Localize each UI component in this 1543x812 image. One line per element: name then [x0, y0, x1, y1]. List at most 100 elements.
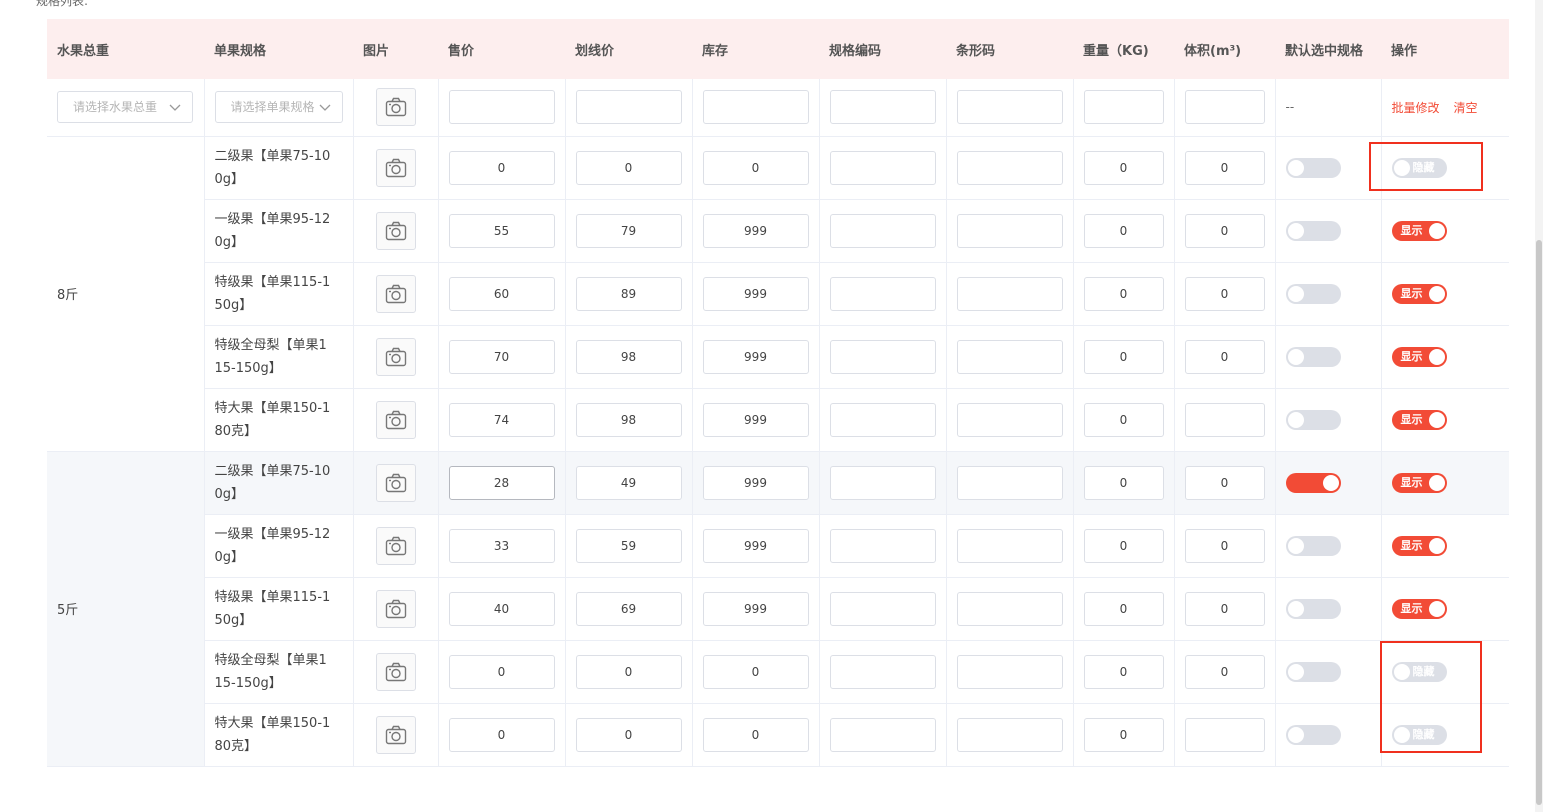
stock-input[interactable]: 999 — [702, 276, 809, 311]
visibility-toggle[interactable]: 显示 — [1391, 409, 1447, 430]
default-spec-switch[interactable] — [1285, 472, 1341, 493]
spec-code-input[interactable] — [829, 276, 936, 311]
image-upload[interactable] — [375, 589, 416, 628]
visibility-toggle[interactable]: 隐藏 — [1391, 661, 1447, 682]
batch-weight-input[interactable] — [1083, 90, 1164, 125]
price-input[interactable]: 55 — [448, 213, 555, 248]
stock-input[interactable]: 0 — [702, 717, 809, 752]
visibility-toggle[interactable]: 显示 — [1391, 346, 1447, 367]
image-upload[interactable] — [375, 652, 416, 691]
stock-input[interactable]: 0 — [702, 150, 809, 185]
strike-price-input[interactable]: 59 — [575, 528, 682, 563]
visibility-toggle[interactable]: 隐藏 — [1391, 157, 1447, 178]
default-spec-switch[interactable] — [1285, 283, 1341, 304]
visibility-toggle[interactable]: 隐藏 — [1391, 724, 1447, 745]
barcode-input[interactable] — [956, 150, 1063, 185]
barcode-input[interactable] — [956, 654, 1063, 689]
image-upload[interactable] — [375, 274, 416, 313]
spec-code-input[interactable] — [829, 654, 936, 689]
weight-select[interactable]: 请选择水果总重 — [57, 91, 193, 124]
scrollbar-thumb[interactable] — [1536, 240, 1542, 805]
visibility-toggle[interactable]: 显示 — [1391, 472, 1447, 493]
weight-input[interactable]: 0 — [1083, 276, 1164, 311]
weight-input[interactable]: 0 — [1083, 339, 1164, 374]
weight-input[interactable]: 0 — [1083, 402, 1164, 437]
default-spec-switch[interactable] — [1285, 661, 1341, 682]
price-input[interactable]: 60 — [448, 276, 555, 311]
weight-input[interactable]: 0 — [1083, 465, 1164, 500]
barcode-input[interactable] — [956, 717, 1063, 752]
image-upload[interactable] — [375, 337, 416, 376]
volume-input[interactable] — [1184, 717, 1265, 752]
weight-input[interactable]: 0 — [1083, 717, 1164, 752]
spec-code-input[interactable] — [829, 213, 936, 248]
image-upload[interactable] — [375, 526, 416, 565]
barcode-input[interactable] — [956, 465, 1063, 500]
visibility-toggle[interactable]: 显示 — [1391, 535, 1447, 556]
spec-select[interactable]: 请选择单果规格 — [214, 91, 343, 124]
spec-code-input[interactable] — [829, 591, 936, 626]
visibility-toggle[interactable]: 显示 — [1391, 283, 1447, 304]
batch-spec-code-input[interactable] — [829, 90, 936, 125]
volume-input[interactable]: 0 — [1184, 150, 1265, 185]
default-spec-switch[interactable] — [1285, 346, 1341, 367]
spec-code-input[interactable] — [829, 402, 936, 437]
default-spec-switch[interactable] — [1285, 220, 1341, 241]
image-upload[interactable] — [375, 211, 416, 250]
spec-code-input[interactable] — [829, 150, 936, 185]
weight-input[interactable]: 0 — [1083, 150, 1164, 185]
batch-barcode-input[interactable] — [956, 90, 1063, 125]
volume-input[interactable]: 0 — [1184, 654, 1265, 689]
volume-input[interactable] — [1184, 402, 1265, 437]
strike-price-input[interactable]: 0 — [575, 717, 682, 752]
price-input[interactable]: 0 — [448, 654, 555, 689]
strike-price-input[interactable]: 98 — [575, 402, 682, 437]
volume-input[interactable]: 0 — [1184, 276, 1265, 311]
stock-input[interactable]: 0 — [702, 654, 809, 689]
strike-price-input[interactable]: 79 — [575, 213, 682, 248]
strike-price-input[interactable]: 49 — [575, 465, 682, 500]
barcode-input[interactable] — [956, 213, 1063, 248]
batch-edit-link[interactable]: 批量修改 — [1392, 101, 1440, 115]
price-input[interactable]: 33 — [448, 528, 555, 563]
stock-input[interactable]: 999 — [702, 213, 809, 248]
price-input[interactable]: 0 — [448, 717, 555, 752]
spec-code-input[interactable] — [829, 465, 936, 500]
price-input[interactable]: 40 — [448, 591, 555, 626]
strike-price-input[interactable]: 0 — [575, 150, 682, 185]
stock-input[interactable]: 999 — [702, 465, 809, 500]
weight-input[interactable]: 0 — [1083, 591, 1164, 626]
price-input[interactable]: 28 — [448, 465, 555, 500]
batch-image-upload[interactable] — [375, 88, 416, 127]
strike-price-input[interactable]: 69 — [575, 591, 682, 626]
volume-input[interactable]: 0 — [1184, 465, 1265, 500]
weight-input[interactable]: 0 — [1083, 213, 1164, 248]
volume-input[interactable]: 0 — [1184, 528, 1265, 563]
image-upload[interactable] — [375, 148, 416, 187]
spec-code-input[interactable] — [829, 717, 936, 752]
batch-stock-input[interactable] — [702, 90, 809, 125]
image-upload[interactable] — [375, 715, 416, 754]
volume-input[interactable]: 0 — [1184, 213, 1265, 248]
default-spec-switch[interactable] — [1285, 409, 1341, 430]
weight-input[interactable]: 0 — [1083, 528, 1164, 563]
barcode-input[interactable] — [956, 276, 1063, 311]
price-input[interactable]: 74 — [448, 402, 555, 437]
strike-price-input[interactable]: 98 — [575, 339, 682, 374]
batch-price-input[interactable] — [448, 90, 555, 125]
batch-volume-input[interactable] — [1184, 90, 1265, 125]
volume-input[interactable]: 0 — [1184, 591, 1265, 626]
weight-input[interactable]: 0 — [1083, 654, 1164, 689]
barcode-input[interactable] — [956, 528, 1063, 563]
clear-link[interactable]: 清空 — [1454, 101, 1478, 115]
barcode-input[interactable] — [956, 591, 1063, 626]
default-spec-switch[interactable] — [1285, 598, 1341, 619]
visibility-toggle[interactable]: 显示 — [1391, 220, 1447, 241]
default-spec-switch[interactable] — [1285, 535, 1341, 556]
stock-input[interactable]: 999 — [702, 528, 809, 563]
volume-input[interactable]: 0 — [1184, 339, 1265, 374]
spec-code-input[interactable] — [829, 528, 936, 563]
stock-input[interactable]: 999 — [702, 402, 809, 437]
visibility-toggle[interactable]: 显示 — [1391, 598, 1447, 619]
image-upload[interactable] — [375, 463, 416, 502]
